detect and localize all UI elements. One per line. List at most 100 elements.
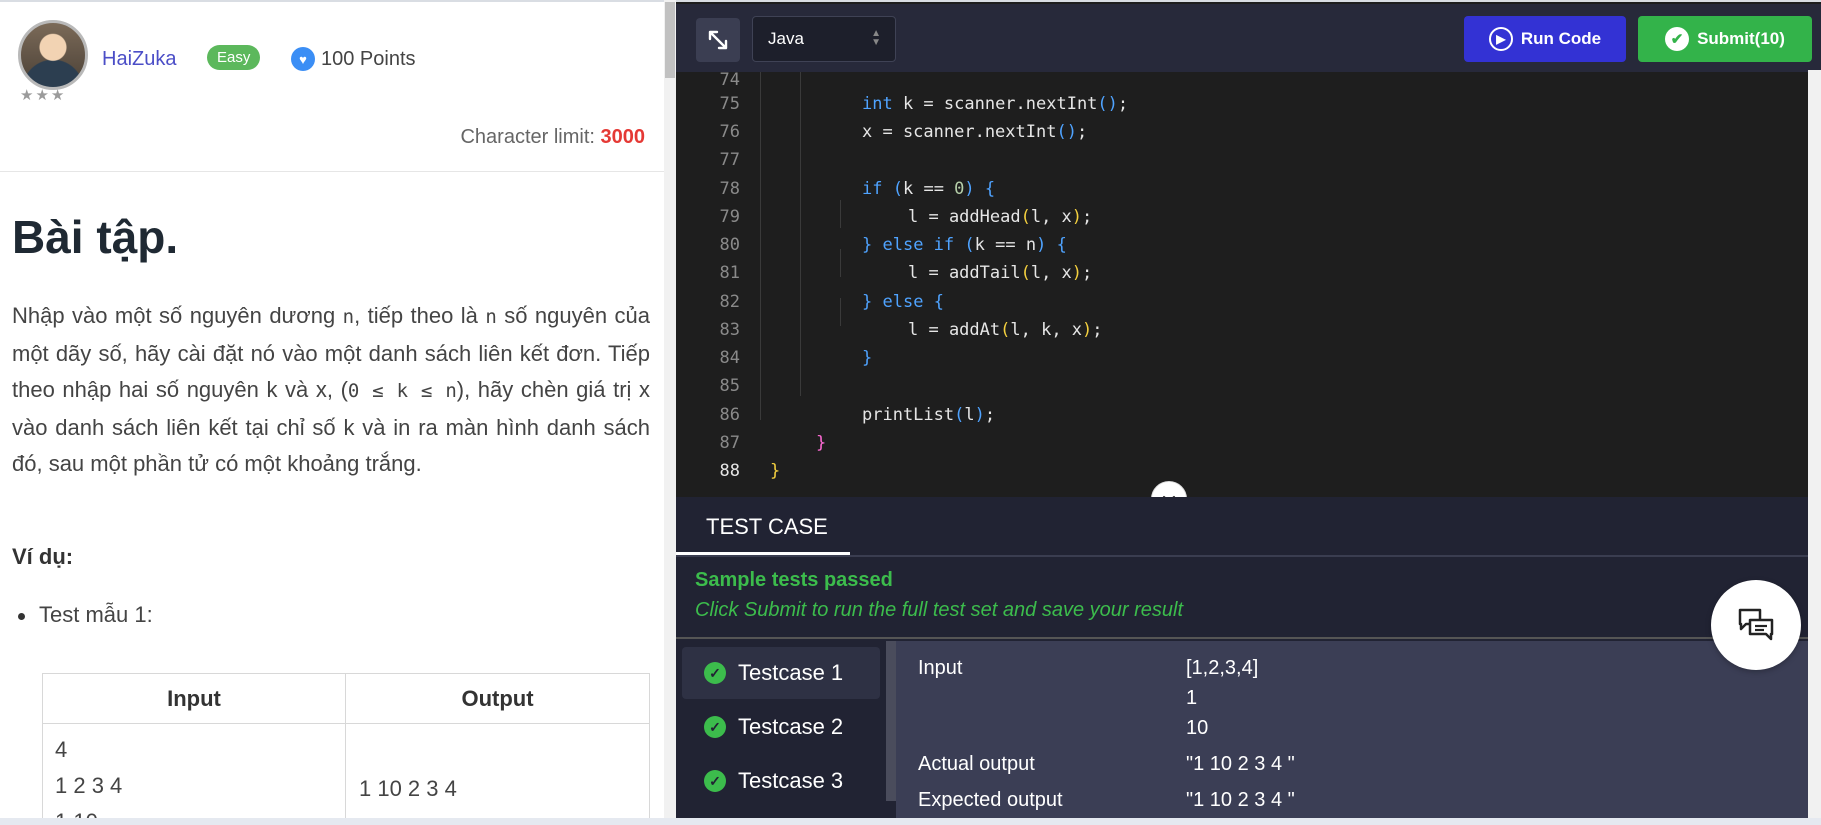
chat-button[interactable] [1711, 580, 1801, 670]
line-number: 75 [719, 94, 740, 114]
code-text: l = addTail(l, x); [908, 263, 1093, 283]
left-scrollbar[interactable] [664, 0, 676, 825]
line-number: 76 [719, 122, 740, 142]
code-line: 86 printList(l); [676, 401, 1821, 429]
line-number: 81 [719, 263, 740, 283]
code-text: l = addHead(l, x); [908, 207, 1093, 227]
run-code-label: Run Code [1520, 29, 1602, 48]
table-header-output: Output [345, 673, 650, 724]
actual-output-label: Actual output [918, 753, 1035, 775]
table-header-row: Input Output [42, 673, 650, 724]
testcase-label: Testcase 3 [738, 768, 844, 793]
editor-toolbar: Java ▲ ▼ ▶ Run Code ✔ Submit(10) [676, 4, 1821, 72]
test-item-label: Test mẫu 1: [39, 602, 153, 627]
submit-label: Submit(10) [1697, 29, 1785, 48]
example-heading: Ví dụ: [12, 544, 74, 569]
input-label: Input [918, 657, 963, 679]
desc-code: 0 ≤ k ≤ n [347, 380, 457, 402]
code-line: 83 l = addAt(l, k, x); [676, 316, 1821, 344]
heart-icon: ♥ [291, 47, 315, 71]
code-line: 76 x = scanner.nextInt(); [676, 118, 1821, 146]
code-line: 84} [676, 344, 1821, 372]
author-name-link[interactable]: HaiZuka [102, 48, 176, 71]
code-line: 79 l = addHead(l, x); [676, 203, 1821, 231]
avatar[interactable] [18, 20, 88, 90]
line-number: 86 [719, 405, 740, 425]
testcase-label: Testcase 1 [738, 660, 844, 685]
code-line: 80} else if (k == n) { [676, 231, 1821, 259]
play-icon: ▶ [1488, 27, 1513, 51]
table-header-input: Input [42, 673, 346, 724]
example-table: Input Output 4 1 2 3 4 1 10 1 10 2 3 4 [42, 673, 650, 825]
line-number: 77 [719, 150, 740, 170]
problem-title: Bài tập. [12, 211, 179, 263]
char-limit-label: Character limit: [460, 126, 601, 148]
check-circle-icon: ✔ [1665, 27, 1690, 51]
testcase-item[interactable]: ✓ Testcase 3 [682, 755, 880, 807]
chat-icon [1738, 608, 1774, 641]
line-number: 78 [719, 179, 740, 199]
right-scrollbar[interactable] [1808, 70, 1821, 825]
points-label: 100 Points [321, 47, 416, 70]
submit-button[interactable]: ✔ Submit(10) [1638, 16, 1812, 62]
code-text: if (k == 0) { [862, 179, 996, 199]
testcase-item[interactable]: ✓ Testcase 1 [682, 647, 880, 699]
expected-output-value: "1 10 2 3 4 " [1186, 789, 1295, 811]
expand-button[interactable] [696, 18, 740, 62]
table-row: 4 1 2 3 4 1 10 1 10 2 3 4 [42, 723, 650, 825]
run-code-button[interactable]: ▶ Run Code [1464, 16, 1626, 62]
tab-test-case[interactable]: TEST CASE [676, 509, 850, 555]
test-list: Test mẫu 1: [18, 602, 153, 628]
line-number: 82 [719, 292, 740, 312]
divider [0, 171, 664, 172]
character-limit: Character limit: 3000 [460, 126, 645, 149]
code-text: } else { [862, 292, 944, 312]
actual-output-value: "1 10 2 3 4 " [1186, 753, 1295, 775]
check-icon: ✓ [704, 662, 726, 684]
testcase-scrollbar[interactable] [886, 641, 896, 801]
testcase-detail: Input [1,2,3,4] 1 10 Actual output "1 10… [896, 641, 1821, 825]
expected-output-label: Expected output [918, 789, 1063, 811]
avatar-wrap[interactable]: ★★★ [18, 20, 90, 108]
testcase-item[interactable]: ✓ Testcase 2 [682, 701, 880, 753]
code-text: } [862, 348, 873, 368]
check-icon: ✓ [704, 770, 726, 792]
bottom-strip [0, 818, 1821, 825]
desc-code: n [342, 306, 355, 328]
line-number: 79 [719, 207, 740, 227]
code-line: 87} [676, 429, 1821, 457]
input-value: [1,2,3,4] 1 10 [1186, 657, 1259, 739]
line-number: 83 [719, 320, 740, 340]
test-hint: Click Submit to run the full test set an… [695, 599, 1183, 621]
code-editor[interactable]: 74 75 int k = scanner.nextInt(); 76 x = sc… [676, 72, 1821, 492]
code-line: 82 } else { [676, 288, 1821, 316]
line-number: 87 [719, 433, 740, 453]
difficulty-badge: Easy [207, 45, 261, 70]
line-number: 88 [719, 461, 740, 481]
code-text: printList(l); [862, 405, 996, 425]
char-limit-value: 3000 [600, 126, 646, 148]
line-number: 84 [719, 348, 740, 368]
desc-text: Nhập vào một số nguyên dương [12, 303, 343, 328]
testcase-label: Testcase 2 [738, 714, 844, 739]
points-display: ♥ 100 Points [291, 47, 416, 71]
table-cell-output: 1 10 2 3 4 [345, 723, 650, 825]
code-line: 88} [676, 457, 1821, 485]
desc-text: , tiếp theo là [354, 303, 486, 328]
left-scrollbar-thumb[interactable] [665, 2, 675, 78]
code-text: l = addAt(l, k, x); [908, 320, 1103, 340]
code-line: 81 l = addTail(l, x); [676, 259, 1821, 287]
testcase-pane: TEST CASE Sample tests passed Click Subm… [676, 497, 1821, 825]
line-number: 80 [719, 235, 740, 255]
rank-stars: ★★★ [20, 86, 67, 104]
select-caret-icon: ▲ ▼ [871, 28, 881, 48]
expand-icon [708, 30, 728, 50]
check-icon: ✓ [704, 716, 726, 738]
problem-description: Nhập vào một số nguyên dương n, tiếp the… [12, 298, 650, 483]
code-text: x = scanner.nextInt(); [862, 122, 1088, 142]
code-text: int k = scanner.nextInt(); [862, 94, 1129, 114]
language-select[interactable]: Java ▲ ▼ [752, 16, 896, 62]
editor-panel: Java ▲ ▼ ▶ Run Code ✔ Submit(10) 74 75 int… [676, 0, 1821, 825]
divider [676, 637, 1821, 639]
line-number: 85 [719, 376, 740, 396]
